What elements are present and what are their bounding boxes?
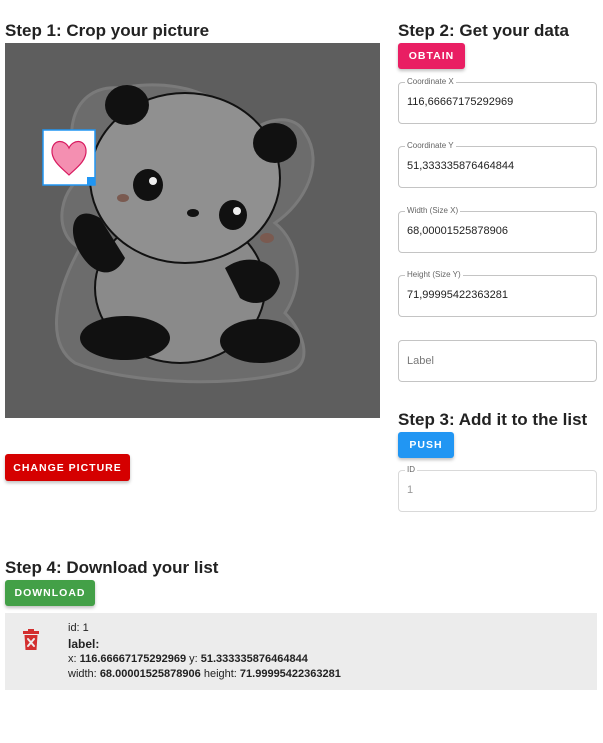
coordinate-y-label: Coordinate Y (405, 141, 456, 151)
coordinate-x-label: Coordinate X (405, 77, 456, 87)
coordinate-x-field[interactable]: Coordinate X 116,66667175292969 (398, 77, 597, 124)
delete-icon[interactable] (22, 629, 40, 651)
height-value: 71,99995422363281 (407, 289, 508, 301)
item-height-value: 71.99995422363281 (239, 668, 341, 680)
change-picture-button[interactable]: CHANGE PICTURE (5, 454, 130, 481)
list-item: id: 1 label: x: 116.66667175292969 y: 51… (5, 613, 597, 690)
push-button[interactable]: PUSH (398, 432, 454, 458)
id-value: 1 (407, 484, 414, 496)
crop-resize-handle (87, 177, 95, 185)
item-x-key: x: (68, 653, 77, 665)
item-xy: x: 116.66667175292969 y: 51.333335876464… (68, 653, 308, 665)
panda-image (42, 83, 315, 384)
item-size: width: 68.00001525878906 height: 71.9999… (68, 668, 341, 680)
crop-canvas[interactable] (5, 43, 380, 418)
item-y-value: 51.333335876464844 (200, 653, 308, 665)
item-height-key: height: (203, 668, 237, 680)
step1-title: Step 1: Crop your picture (5, 21, 210, 40)
label-placeholder: Label (407, 355, 434, 367)
label-field[interactable]: Label (398, 340, 597, 382)
height-label: Height (Size Y) (405, 270, 463, 280)
item-x-value: 116.66667175292969 (79, 653, 187, 665)
step4-title: Step 4: Download your list (5, 558, 219, 577)
coordinate-y-field[interactable]: Coordinate Y 51,333335876464844 (398, 141, 597, 188)
item-width-value: 68.00001525878906 (99, 668, 201, 680)
height-field[interactable]: Height (Size Y) 71,99995422363281 (398, 270, 597, 317)
width-field[interactable]: Width (Size X) 68,00001525878906 (398, 206, 597, 253)
item-label-key: label: (68, 637, 100, 651)
width-label: Width (Size X) (405, 206, 461, 216)
coordinate-y-value: 51,333335876464844 (407, 160, 515, 172)
item-id: id: 1 (68, 622, 89, 634)
id-label: ID (405, 465, 417, 475)
id-field: ID 1 (398, 465, 597, 512)
obtain-button[interactable]: OBTAIN (398, 43, 465, 69)
step2-title: Step 2: Get your data (398, 21, 569, 40)
item-label: label: (68, 637, 99, 651)
step3-title: Step 3: Add it to the list (398, 410, 588, 429)
item-width-key: width: (68, 668, 97, 680)
item-y-key: y: (189, 653, 198, 665)
download-button[interactable]: DOWNLOAD (5, 580, 95, 606)
coordinate-x-value: 116,66667175292969 (407, 96, 514, 108)
width-value: 68,00001525878906 (407, 225, 508, 237)
